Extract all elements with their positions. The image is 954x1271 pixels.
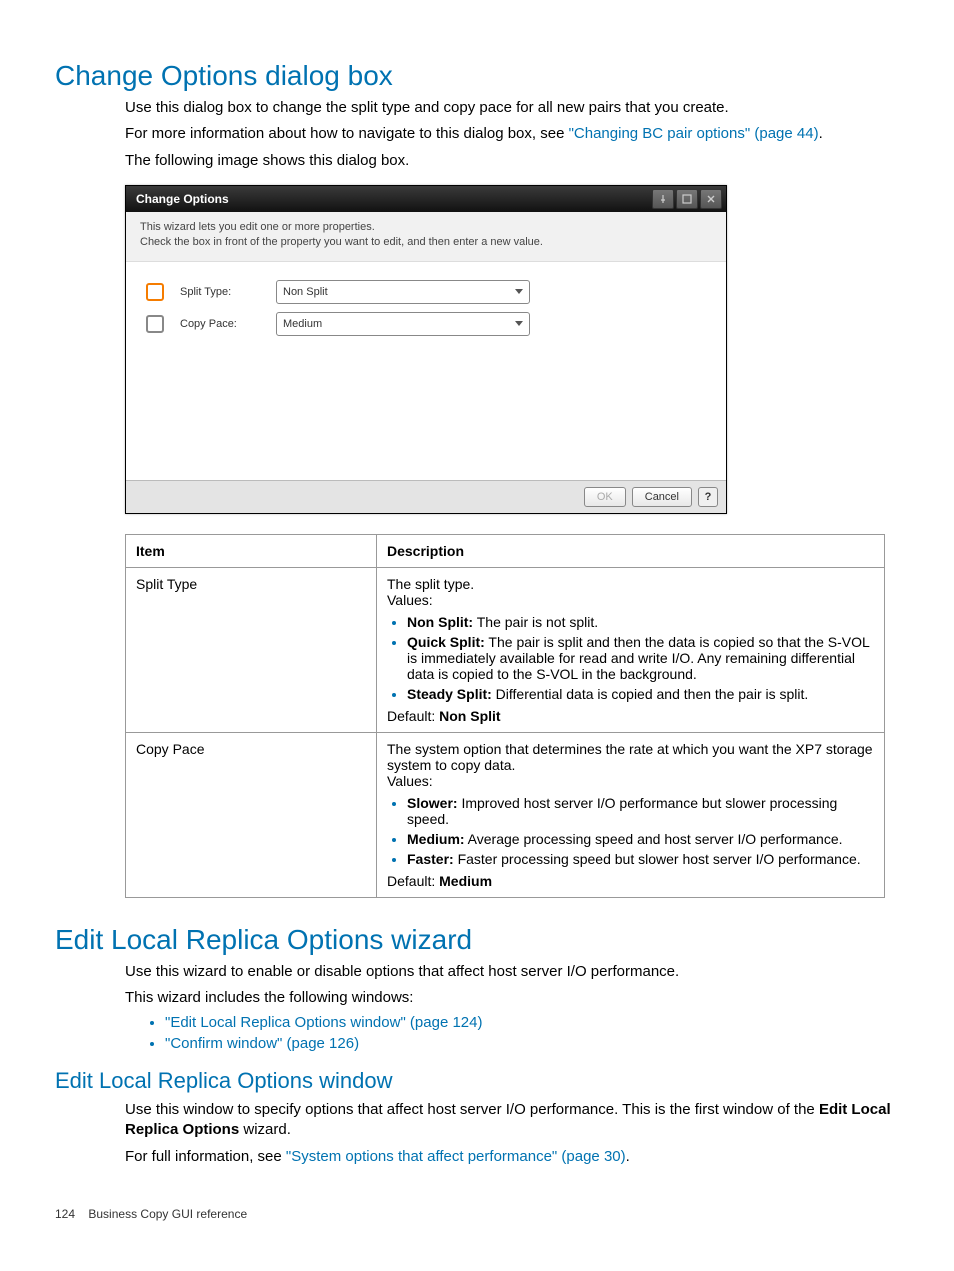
footer-section: Business Copy GUI reference bbox=[88, 1207, 247, 1221]
page-footer: 124 Business Copy GUI reference bbox=[55, 1207, 899, 1221]
text: For full information, see bbox=[125, 1148, 286, 1165]
chevron-down-icon bbox=[515, 289, 523, 294]
dropdown-split-type-value: Non Split bbox=[283, 286, 328, 298]
dialog-titlebar: Change Options bbox=[126, 186, 726, 212]
link-confirm-window[interactable]: "Confirm window" (page 126) bbox=[165, 1035, 359, 1052]
text: Values: bbox=[387, 592, 874, 608]
text: Non Split bbox=[439, 708, 500, 724]
dropdown-split-type[interactable]: Non Split bbox=[276, 280, 530, 304]
text: The split type. bbox=[387, 576, 874, 592]
para-s3-2: For full information, see "System option… bbox=[125, 1147, 899, 1167]
heading-change-options: Change Options dialog box bbox=[55, 60, 899, 92]
text: Default: bbox=[387, 708, 439, 724]
dropdown-copy-pace-value: Medium bbox=[283, 318, 322, 330]
text: wizard. bbox=[239, 1121, 291, 1138]
list-item: "Confirm window" (page 126) bbox=[165, 1035, 899, 1052]
link-edit-local-replica-window[interactable]: "Edit Local Replica Options window" (pag… bbox=[165, 1014, 483, 1031]
text: The system option that determines the ra… bbox=[387, 741, 874, 773]
maximize-icon[interactable] bbox=[676, 189, 698, 209]
term: Slower: bbox=[407, 795, 458, 811]
options-description-table: Item Description Split Type The split ty… bbox=[125, 534, 885, 898]
text: Average processing speed and host server… bbox=[465, 831, 843, 847]
page-number: 124 bbox=[55, 1207, 75, 1221]
link-system-options-performance[interactable]: "System options that affect performance"… bbox=[286, 1148, 626, 1165]
dialog-description: This wizard lets you edit one or more pr… bbox=[126, 212, 726, 262]
term: Steady Split: bbox=[407, 686, 492, 702]
text: Differential data is copied and then the… bbox=[492, 686, 808, 702]
row-split-type: Split Type: Non Split bbox=[126, 276, 726, 308]
term: Medium: bbox=[407, 831, 465, 847]
text: Default: bbox=[387, 873, 439, 889]
text: For more information about how to naviga… bbox=[125, 125, 569, 142]
text-default: Default: Non Split bbox=[387, 708, 874, 724]
text-default: Default: Medium bbox=[387, 873, 874, 889]
list-item: Steady Split: Differential data is copie… bbox=[407, 686, 874, 702]
text: Medium bbox=[439, 873, 492, 889]
pin-icon[interactable] bbox=[652, 189, 674, 209]
heading-edit-local-replica-wizard: Edit Local Replica Options wizard bbox=[55, 924, 899, 956]
term: Faster: bbox=[407, 851, 454, 867]
list-item: Slower: Improved host server I/O perform… bbox=[407, 795, 874, 827]
label-copy-pace: Copy Pace: bbox=[180, 318, 260, 330]
term: Quick Split: bbox=[407, 634, 485, 650]
list-item: "Edit Local Replica Options window" (pag… bbox=[165, 1014, 899, 1031]
label-split-type: Split Type: bbox=[180, 286, 260, 298]
text: . bbox=[626, 1148, 630, 1165]
wizard-line2: Check the box in front of the property y… bbox=[140, 235, 712, 250]
checkbox-split-type[interactable] bbox=[146, 283, 164, 301]
text: Faster processing speed but slower host … bbox=[454, 851, 861, 867]
para-s3-1: Use this window to specify options that … bbox=[125, 1100, 899, 1141]
para-s1-3: The following image shows this dialog bo… bbox=[125, 151, 899, 171]
para-s2-2: This wizard includes the following windo… bbox=[125, 988, 899, 1008]
help-button[interactable]: ? bbox=[698, 487, 718, 507]
text: Use this window to specify options that … bbox=[125, 1101, 819, 1118]
text: . bbox=[819, 125, 823, 142]
table-row: Copy Pace The system option that determi… bbox=[126, 732, 885, 897]
dropdown-copy-pace[interactable]: Medium bbox=[276, 312, 530, 336]
text: The pair is not split. bbox=[473, 614, 598, 630]
table-row: Split Type The split type. Values: Non S… bbox=[126, 567, 885, 732]
change-options-dialog: Change Options This wizard lets you edit… bbox=[125, 185, 727, 514]
para-s2-1: Use this wizard to enable or disable opt… bbox=[125, 962, 899, 982]
td-desc-split-type: The split type. Values: Non Split: The p… bbox=[377, 567, 885, 732]
cancel-button[interactable]: Cancel bbox=[632, 487, 692, 507]
list-item: Quick Split: The pair is split and then … bbox=[407, 634, 874, 682]
text: Improved host server I/O performance but… bbox=[407, 795, 837, 827]
td-desc-copy-pace: The system option that determines the ra… bbox=[377, 732, 885, 897]
list-item: Non Split: The pair is not split. bbox=[407, 614, 874, 630]
ok-button[interactable]: OK bbox=[584, 487, 626, 507]
chevron-down-icon bbox=[515, 321, 523, 326]
list-item: Faster: Faster processing speed but slow… bbox=[407, 851, 874, 867]
td-item-copy-pace: Copy Pace bbox=[126, 732, 377, 897]
wizard-line1: This wizard lets you edit one or more pr… bbox=[140, 220, 712, 235]
heading-edit-local-replica-window: Edit Local Replica Options window bbox=[55, 1068, 899, 1094]
term: Non Split: bbox=[407, 614, 473, 630]
checkbox-copy-pace[interactable] bbox=[146, 315, 164, 333]
th-item: Item bbox=[126, 534, 377, 567]
para-s1-1: Use this dialog box to change the split … bbox=[125, 98, 899, 118]
close-icon[interactable] bbox=[700, 189, 722, 209]
dialog-title: Change Options bbox=[136, 192, 229, 206]
td-item-split-type: Split Type bbox=[126, 567, 377, 732]
link-changing-bc-pair-options[interactable]: "Changing BC pair options" (page 44) bbox=[569, 125, 819, 142]
th-description: Description bbox=[377, 534, 885, 567]
para-s1-2: For more information about how to naviga… bbox=[125, 124, 899, 144]
text: Values: bbox=[387, 773, 874, 789]
row-copy-pace: Copy Pace: Medium bbox=[126, 308, 726, 340]
list-item: Medium: Average processing speed and hos… bbox=[407, 831, 874, 847]
